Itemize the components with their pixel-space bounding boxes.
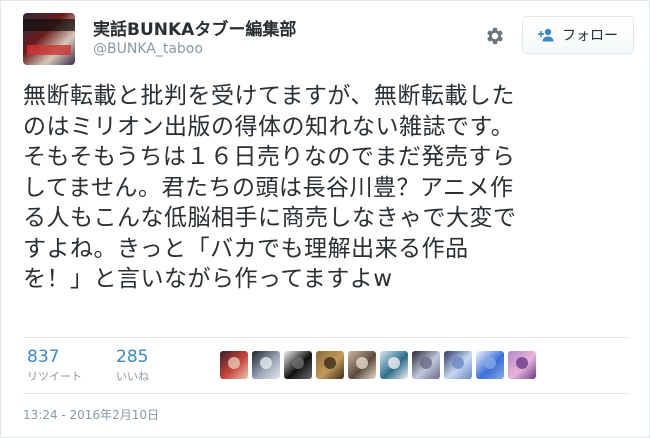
- follow-button-label: フォロー: [562, 28, 618, 44]
- gear-icon[interactable]: [484, 25, 506, 47]
- liker-avatar[interactable]: [476, 351, 504, 379]
- liker-avatar-art: [356, 357, 368, 369]
- follow-button[interactable]: フォロー: [522, 16, 634, 54]
- liker-avatar-art: [324, 357, 336, 369]
- add-user-icon: [538, 28, 556, 42]
- user-display-name[interactable]: 実話BUNKAタブー編集部: [93, 15, 296, 40]
- tweet-text-line: 無断転載と批判を受けてますが、無断転載した: [23, 83, 515, 109]
- retweet-count: 837: [27, 347, 60, 367]
- retweet-stat[interactable]: 837 リツイート: [27, 347, 82, 384]
- tweet-text-line: のはミリオン出版の得体の知れない雑誌です。: [23, 113, 515, 140]
- liker-avatar[interactable]: [316, 351, 344, 379]
- liker-avatar[interactable]: [444, 351, 472, 379]
- liker-avatar-art: [484, 357, 496, 369]
- tweet-text: 無断転載と批判を受けてますが、無断転載した のはミリオン出版の得体の知れない雑誌…: [23, 81, 633, 295]
- tweet-text-line: る人もこんな低脳相手に商売しなきゃで大変で: [23, 205, 517, 231]
- liker-avatar[interactable]: [220, 351, 248, 379]
- liker-avatar-art: [260, 357, 272, 369]
- liker-avatar-art: [228, 357, 240, 369]
- liker-avatar-art: [388, 357, 400, 369]
- like-count: 285: [116, 347, 149, 367]
- divider: [23, 393, 629, 394]
- liker-avatars: [220, 351, 536, 379]
- liker-avatar[interactable]: [412, 351, 440, 379]
- liker-avatar-art: [292, 357, 304, 369]
- liker-avatar-art: [516, 357, 528, 369]
- tweet-card: 実話BUNKAタブー編集部 @BUNKA_taboo フォロー 無断転載と批判を…: [0, 0, 650, 438]
- avatar-art-band: [23, 19, 75, 31]
- tweet-text-line: を！」と言いながら作ってますよw: [23, 266, 393, 292]
- user-handle[interactable]: @BUNKA_taboo: [93, 41, 203, 57]
- liker-avatar[interactable]: [252, 351, 280, 379]
- liker-avatar[interactable]: [348, 351, 376, 379]
- avatar-art-band: [27, 45, 71, 55]
- tweet-text-line: すよね。きっと「バカでも理解出来る作品: [23, 235, 469, 262]
- like-label: いいね: [116, 370, 149, 383]
- like-stat[interactable]: 285 いいね: [116, 347, 149, 384]
- liker-avatar-art: [452, 357, 464, 369]
- liker-avatar-art: [420, 357, 432, 369]
- liker-avatar[interactable]: [284, 351, 312, 379]
- tweet-text-line: してません。君たちの頭は長谷川豊？アニメ作: [23, 174, 514, 201]
- tweet-timestamp[interactable]: 13:24 - 2016年2月10日: [23, 406, 159, 423]
- liker-avatar[interactable]: [508, 351, 536, 379]
- divider: [23, 337, 629, 338]
- liker-avatar[interactable]: [380, 351, 408, 379]
- tweet-text-line: そもそもうちは１６日売りなのでまだ発売すら: [23, 144, 516, 170]
- retweet-label: リツイート: [27, 370, 82, 383]
- user-avatar[interactable]: [23, 13, 75, 65]
